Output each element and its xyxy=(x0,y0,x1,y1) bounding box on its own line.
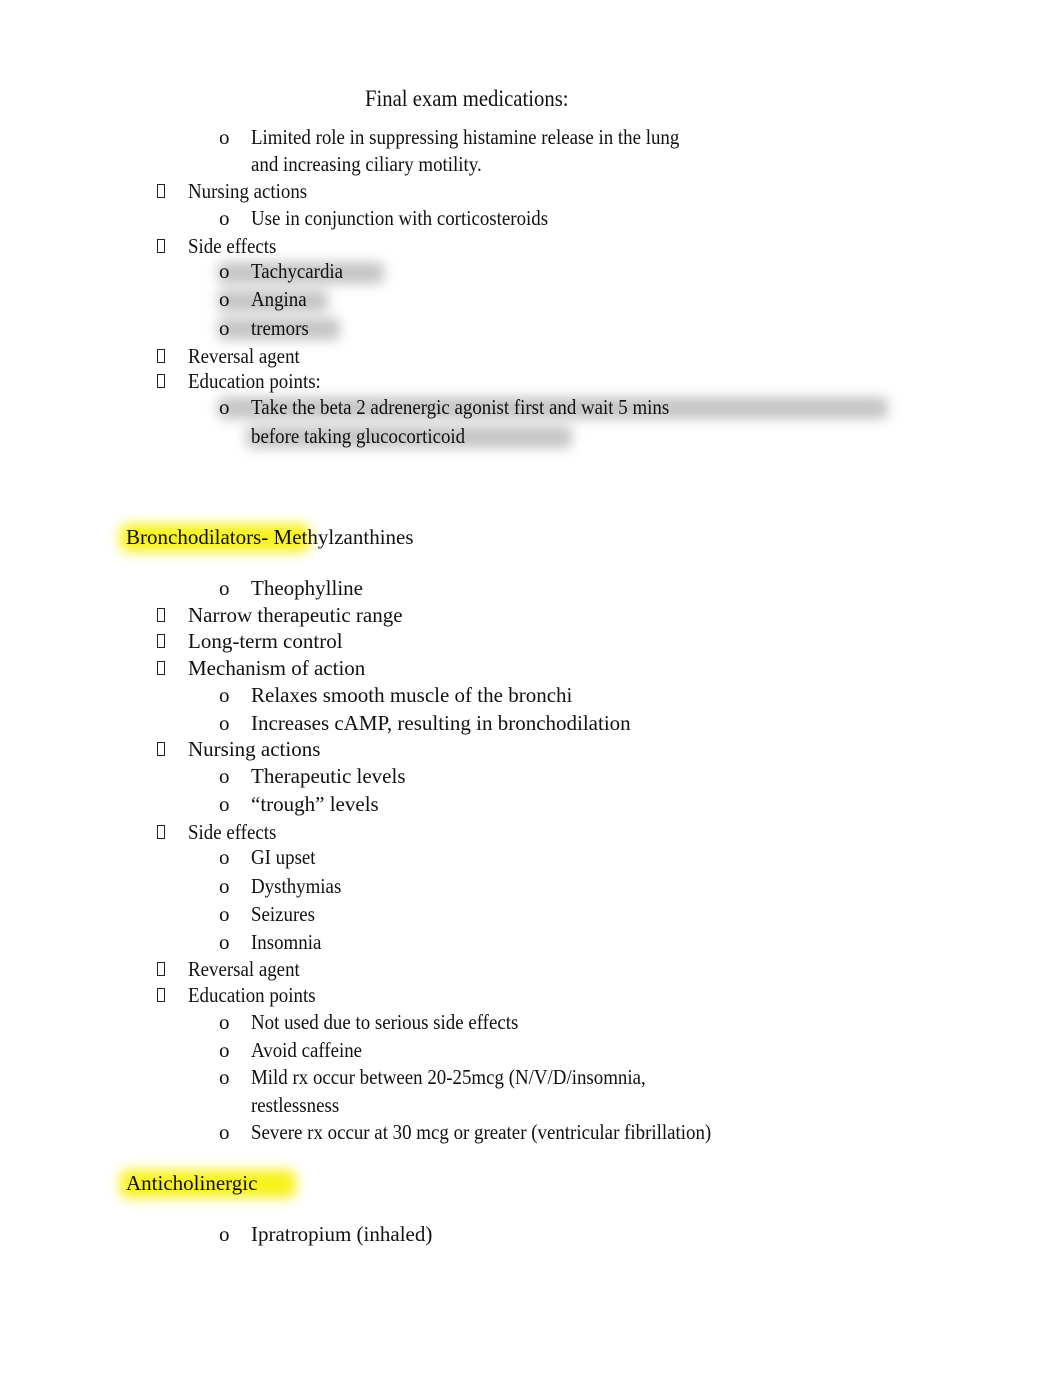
list-item: Insomnia xyxy=(251,930,322,954)
list-item: Education points xyxy=(188,983,316,1007)
bullet-icon xyxy=(157,634,165,648)
sub-bullet: o xyxy=(219,930,230,954)
list-item: Take the beta 2 adrenergic agonist first… xyxy=(251,395,670,419)
list-item: Dysthymias xyxy=(251,874,342,898)
list-item: Avoid caffeine xyxy=(251,1038,363,1062)
sub-bullet: o xyxy=(219,1120,230,1144)
list-item: Angina xyxy=(251,287,307,311)
sub-bullet: o xyxy=(219,287,230,311)
list-item: Not used due to serious side effects xyxy=(251,1010,519,1034)
sub-bullet: o xyxy=(219,1065,230,1089)
sub-bullet: o xyxy=(219,576,230,600)
bullet-icon xyxy=(157,988,165,1002)
list-item: Side effects xyxy=(188,234,277,258)
list-item: Tachycardia xyxy=(251,259,344,283)
list-item: Reversal agent xyxy=(188,344,300,368)
sub-bullet: o xyxy=(219,259,230,283)
list-item: Severe rx occur at 30 mcg or greater (ve… xyxy=(251,1120,712,1144)
list-item: Narrow therapeutic range xyxy=(188,603,403,627)
sub-bullet: o xyxy=(219,1038,230,1062)
list-item: Relaxes smooth muscle of the bronchi xyxy=(251,683,573,707)
sub-bullet: o xyxy=(219,711,230,735)
sub-bullet: o xyxy=(219,874,230,898)
list-item: Use in conjunction with corticosteroids xyxy=(251,206,549,230)
list-item: Nursing actions xyxy=(188,737,321,761)
list-item: Limited role in suppressing histamine re… xyxy=(251,125,680,149)
list-item: Mechanism of action xyxy=(188,656,366,680)
list-item: Therapeutic levels xyxy=(251,764,406,788)
sub-bullet: o xyxy=(219,206,230,230)
bullet-icon xyxy=(157,374,165,388)
list-item-continuation: and increasing ciliary motility. xyxy=(251,152,482,176)
bullet-icon xyxy=(157,825,165,839)
list-item: GI upset xyxy=(251,845,316,869)
list-item: “trough” levels xyxy=(251,792,379,816)
sub-bullet: o xyxy=(219,845,230,869)
bullet-icon xyxy=(157,608,165,622)
list-item: Side effects xyxy=(188,820,277,844)
bullet-icon xyxy=(157,962,165,976)
sub-bullet: o xyxy=(219,1010,230,1034)
section-heading: Anticholinergic xyxy=(126,1171,258,1195)
section-heading: Bronchodilators- Methylzanthines xyxy=(126,525,414,549)
sub-bullet: o xyxy=(219,316,230,340)
sub-bullet: o xyxy=(219,902,230,926)
list-item: Seizures xyxy=(251,902,316,926)
list-item-continuation: restlessness xyxy=(251,1093,340,1117)
bullet-icon xyxy=(157,661,165,675)
sub-bullet: o xyxy=(219,792,230,816)
drug-name: Theophylline xyxy=(251,576,363,600)
list-item-continuation: before taking glucocorticoid xyxy=(251,424,466,448)
bullet-icon xyxy=(157,349,165,363)
sub-bullet: o xyxy=(219,683,230,707)
list-item: Education points: xyxy=(188,369,321,393)
list-item: Increases cAMP, resulting in bronchodila… xyxy=(251,711,631,735)
bullet-icon xyxy=(157,742,165,756)
list-item: tremors xyxy=(251,316,309,340)
bullet-icon xyxy=(157,184,165,198)
list-item: Nursing actions xyxy=(188,179,308,203)
list-item: Mild rx occur between 20-25mcg (N/V/D/in… xyxy=(251,1065,646,1089)
sub-bullet: o xyxy=(219,395,230,419)
drug-name: Ipratropium (inhaled) xyxy=(251,1222,433,1246)
list-item: Reversal agent xyxy=(188,957,300,981)
sub-bullet: o xyxy=(219,764,230,788)
list-item: Long-term control xyxy=(188,629,343,653)
bullet-icon xyxy=(157,239,165,253)
sub-bullet: o xyxy=(219,125,230,149)
page-title: Final exam medications: xyxy=(365,86,569,111)
sub-bullet: o xyxy=(219,1222,230,1246)
